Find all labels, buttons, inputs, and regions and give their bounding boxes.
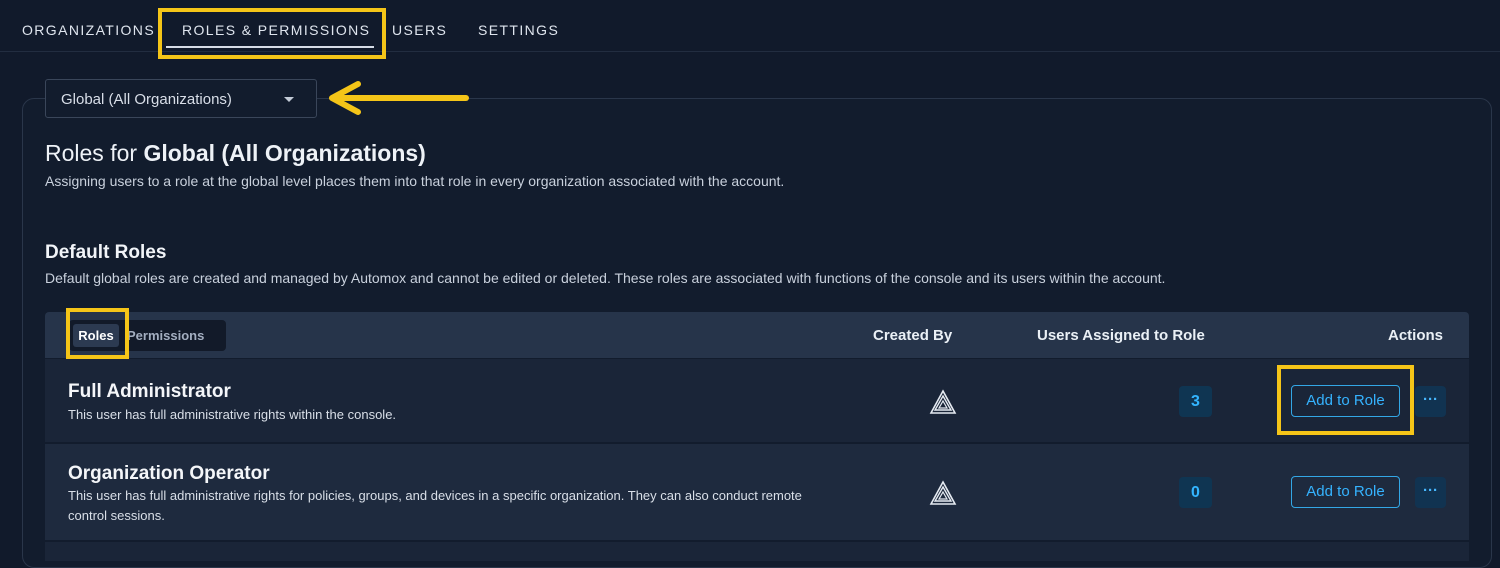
- column-actions: Actions: [1388, 327, 1444, 344]
- table-row: [45, 542, 1469, 562]
- caret-down-icon: [284, 97, 294, 102]
- page-subtitle: Assigning users to a role at the global …: [45, 173, 785, 189]
- default-roles-description: Default global roles are created and man…: [45, 270, 1166, 286]
- more-actions-button[interactable]: ···: [1415, 477, 1446, 508]
- toggle-roles[interactable]: Roles: [73, 324, 119, 347]
- role-name: Organization Operator: [68, 463, 270, 484]
- tab-users[interactable]: USERS: [392, 22, 447, 38]
- roles-permissions-toggle: Roles Permissions: [69, 320, 226, 351]
- organization-select-value: Global (All Organizations): [61, 91, 232, 108]
- table-row: Organization Operator This user has full…: [45, 444, 1469, 541]
- top-nav: ORGANIZATIONS ROLES & PERMISSIONS USERS …: [0, 0, 1500, 52]
- page-title-scope: Global (All Organizations): [143, 140, 426, 166]
- tab-settings[interactable]: SETTINGS: [478, 22, 559, 38]
- active-tab-underline: [166, 46, 374, 48]
- automox-logo-icon: [929, 389, 957, 414]
- role-description: This user has full administrative rights…: [68, 488, 802, 523]
- users-assigned-count[interactable]: 3: [1179, 386, 1212, 417]
- column-created-by: Created By: [873, 327, 953, 344]
- annotation-arrow-icon: [329, 81, 469, 115]
- add-to-role-button[interactable]: Add to Role: [1291, 476, 1400, 508]
- organization-select[interactable]: Global (All Organizations): [45, 79, 317, 118]
- add-to-role-button[interactable]: Add to Role: [1291, 385, 1400, 417]
- page-title: Roles for Global (All Organizations): [45, 140, 426, 167]
- page-title-prefix: Roles for: [45, 140, 138, 166]
- table-row: Full Administrator This user has full ad…: [45, 359, 1469, 443]
- users-assigned-count[interactable]: 0: [1179, 477, 1212, 508]
- role-name: Full Administrator: [68, 381, 231, 402]
- tab-organizations[interactable]: ORGANIZATIONS: [22, 22, 155, 38]
- default-roles-title: Default Roles: [45, 242, 167, 263]
- column-users-assigned: Users Assigned to Role: [1037, 327, 1205, 344]
- roles-table-header: Roles Permissions Created By Users Assig…: [45, 312, 1469, 358]
- more-actions-button[interactable]: ···: [1415, 386, 1446, 417]
- toggle-permissions[interactable]: Permissions: [127, 324, 204, 347]
- automox-logo-icon: [929, 480, 957, 505]
- tab-roles-permissions[interactable]: ROLES & PERMISSIONS: [182, 22, 370, 38]
- role-description: This user has full administrative rights…: [68, 407, 397, 422]
